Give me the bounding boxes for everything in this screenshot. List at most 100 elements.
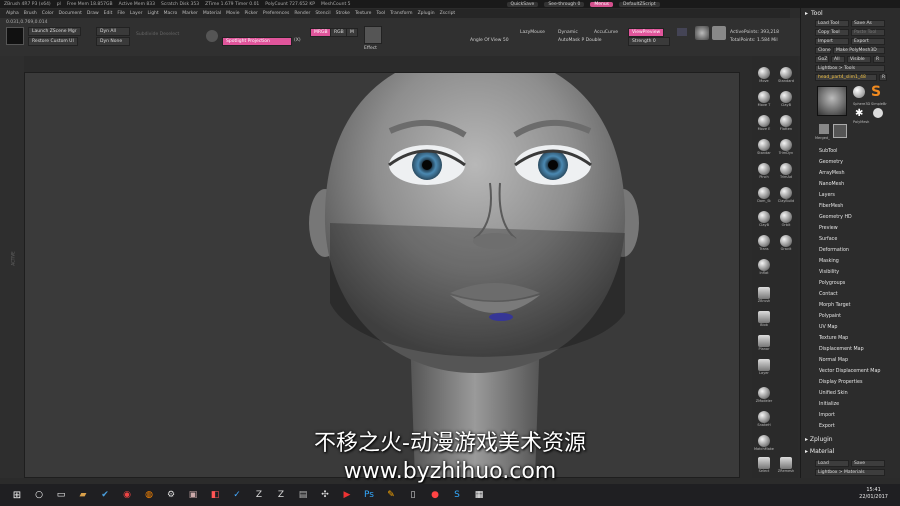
menu-stroke[interactable]: Stroke bbox=[336, 11, 350, 16]
tool-palette-header[interactable]: ▸ Tool bbox=[801, 8, 900, 18]
import-subpalette[interactable]: Import bbox=[819, 413, 835, 418]
lightbox-tools-button[interactable]: Lightbox > Tools bbox=[815, 65, 885, 72]
polygroups-subpalette[interactable]: Polygroups bbox=[819, 281, 845, 286]
menu-draw[interactable]: Draw bbox=[87, 11, 99, 16]
polymesh-sphere-icon[interactable] bbox=[873, 108, 883, 118]
windows-start-icon[interactable]: ⊞ bbox=[8, 486, 26, 504]
accucurve-button[interactable]: AccuCurve bbox=[594, 30, 618, 35]
zbrush-2-icon[interactable]: Z bbox=[272, 486, 290, 504]
menu-preferences[interactable]: Preferences bbox=[263, 11, 289, 16]
firefox-icon[interactable]: ◍ bbox=[140, 486, 158, 504]
photoshop-icon[interactable]: Ps bbox=[360, 486, 378, 504]
video-icon[interactable]: ▶ bbox=[338, 486, 356, 504]
menu-brush[interactable]: Brush bbox=[24, 11, 37, 16]
load-tool-button[interactable]: Load Tool bbox=[815, 20, 849, 27]
paste-tool-button[interactable]: Paste Tool bbox=[851, 29, 885, 36]
chrome-icon[interactable]: ◉ bbox=[118, 486, 136, 504]
document-canvas[interactable] bbox=[24, 72, 740, 478]
brush-zmodeler[interactable]: ZModeler bbox=[754, 386, 774, 408]
viewpreview-button[interactable]: ViewPreview bbox=[628, 28, 665, 37]
default-zscript[interactable]: DefaultZScript bbox=[619, 1, 660, 7]
persp-icon[interactable] bbox=[677, 28, 687, 36]
unified-skin-subpalette[interactable]: Unified Skin bbox=[819, 391, 848, 396]
selected-thumbnail[interactable] bbox=[833, 124, 847, 138]
goz-button[interactable]: GoZ bbox=[815, 56, 829, 63]
menu-macro[interactable]: Macro bbox=[164, 11, 178, 16]
current-tool-slider[interactable]: head_part4_slim1_48 bbox=[815, 74, 877, 81]
brush-standard[interactable]: Standard bbox=[776, 66, 796, 88]
visibility-subpalette[interactable]: Visibility bbox=[819, 270, 839, 275]
automask-button[interactable]: AutoMask P Double bbox=[558, 38, 602, 43]
copy-tool-button[interactable]: Copy Tool bbox=[815, 29, 849, 36]
menu-color[interactable]: Color bbox=[42, 11, 54, 16]
pen-icon[interactable]: ✎ bbox=[382, 486, 400, 504]
brush-layer[interactable]: Layer bbox=[754, 358, 774, 380]
geometry-subpalette[interactable]: Geometry bbox=[819, 160, 843, 165]
dyn-none-button[interactable]: Dyn None bbox=[96, 37, 130, 46]
task-view-icon[interactable]: ▭ bbox=[52, 486, 70, 504]
all-button[interactable]: All bbox=[831, 56, 845, 63]
morph-target-subpalette[interactable]: Morph Target bbox=[819, 303, 851, 308]
restore-custom-ui-button[interactable]: Restore Custom UI bbox=[28, 37, 78, 46]
menu-material[interactable]: Material bbox=[203, 11, 221, 16]
brush-claybuildup[interactable]: ClayB bbox=[776, 90, 796, 112]
arraymesh-subpalette[interactable]: ArrayMesh bbox=[819, 171, 845, 176]
export-button[interactable]: Export bbox=[851, 38, 885, 45]
menu-transform[interactable]: Transform bbox=[390, 11, 412, 16]
menu-movie[interactable]: Movie bbox=[226, 11, 239, 16]
app-icon[interactable]: ▣ bbox=[184, 486, 202, 504]
dyn-all-button[interactable]: Dyn All bbox=[96, 27, 130, 36]
polymesh-star-icon[interactable]: ✱ bbox=[855, 108, 863, 119]
texture-swatch-icon[interactable] bbox=[712, 26, 726, 40]
effect-icon[interactable] bbox=[364, 26, 382, 44]
display-properties-subpalette[interactable]: Display Properties bbox=[819, 380, 862, 385]
brush-zbrush[interactable]: ZBrush bbox=[754, 286, 774, 308]
current-tool-r[interactable]: R bbox=[879, 74, 887, 81]
sphere3d-thumbnail[interactable] bbox=[853, 86, 865, 98]
masking-subpalette[interactable]: Masking bbox=[819, 259, 839, 264]
search-icon[interactable]: ○ bbox=[30, 486, 48, 504]
layers-subpalette[interactable]: Layers bbox=[819, 193, 835, 198]
menu-picker[interactable]: Picker bbox=[244, 11, 257, 16]
store-icon[interactable]: ✔ bbox=[96, 486, 114, 504]
spotlight-projection-button[interactable]: Spotlight Projection bbox=[222, 37, 292, 46]
menu-edit[interactable]: Edit bbox=[104, 11, 113, 16]
brush-dam-standard[interactable]: Dam_St bbox=[754, 186, 774, 208]
menu-file[interactable]: File bbox=[117, 11, 125, 16]
brush-gravity[interactable]: Gravit bbox=[776, 234, 796, 256]
deformation-subpalette[interactable]: Deformation bbox=[819, 248, 849, 253]
zbrush-icon[interactable]: Z bbox=[250, 486, 268, 504]
brush-inflate[interactable]: Inflat bbox=[754, 258, 774, 280]
menu-tool[interactable]: Tool bbox=[376, 11, 385, 16]
doc-icon[interactable]: ▯ bbox=[404, 486, 422, 504]
r-button[interactable]: R bbox=[873, 56, 885, 63]
clone-button[interactable]: Clone bbox=[815, 47, 831, 54]
menu-zscript[interactable]: Zscript bbox=[440, 11, 456, 16]
clock[interactable]: 15:41 22/01/2017 bbox=[859, 487, 888, 501]
recorder-icon[interactable]: ● bbox=[426, 486, 444, 504]
menu-stencil[interactable]: Stencil bbox=[315, 11, 330, 16]
fibermesh-subpalette[interactable]: FiberMesh bbox=[819, 204, 843, 209]
brush-trimadaptive[interactable]: TrimAd bbox=[776, 162, 796, 184]
polypaint-subpalette[interactable]: Polypaint bbox=[819, 314, 841, 319]
subtool-subpalette[interactable]: SubTool bbox=[819, 149, 837, 154]
menu-alpha[interactable]: Alpha bbox=[6, 11, 19, 16]
dynamic-button[interactable]: Dynamic bbox=[558, 30, 578, 35]
angle-of-view-slider[interactable]: Angle Of View 50 bbox=[470, 38, 509, 43]
media-icon[interactable]: ◧ bbox=[206, 486, 224, 504]
simplebrush-thumbnail[interactable]: S bbox=[871, 84, 881, 100]
menus-button[interactable]: Menus bbox=[590, 1, 614, 7]
brush-move-elastic[interactable]: Move E bbox=[754, 114, 774, 136]
quicksave-button[interactable]: QuickSave bbox=[506, 1, 539, 7]
uv-map-subpalette[interactable]: UV Map bbox=[819, 325, 837, 330]
visible-button[interactable]: Visible bbox=[847, 56, 871, 63]
m-button[interactable]: M bbox=[346, 28, 358, 37]
mrgb-button[interactable]: MRGB bbox=[310, 28, 332, 37]
menu-marker[interactable]: Marker bbox=[182, 11, 198, 16]
brush-trimdynamic[interactable]: TrimDyn bbox=[776, 138, 796, 160]
menu-document[interactable]: Document bbox=[59, 11, 82, 16]
menu-layer[interactable]: Layer bbox=[130, 11, 143, 16]
seethrough-slider[interactable]: See-through 0 bbox=[544, 1, 585, 7]
geometry-hd-subpalette[interactable]: Geometry HD bbox=[819, 215, 852, 220]
material-sphere-icon[interactable] bbox=[695, 26, 709, 40]
